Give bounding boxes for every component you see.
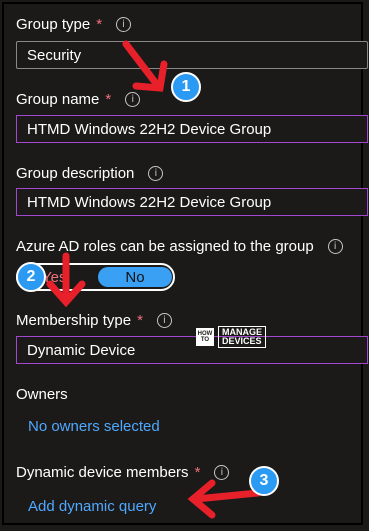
annotation-badge-3: 3 bbox=[249, 466, 279, 496]
annotation-badge-2: 2 bbox=[16, 262, 46, 292]
annotation-badge-1: 1 bbox=[171, 72, 201, 102]
